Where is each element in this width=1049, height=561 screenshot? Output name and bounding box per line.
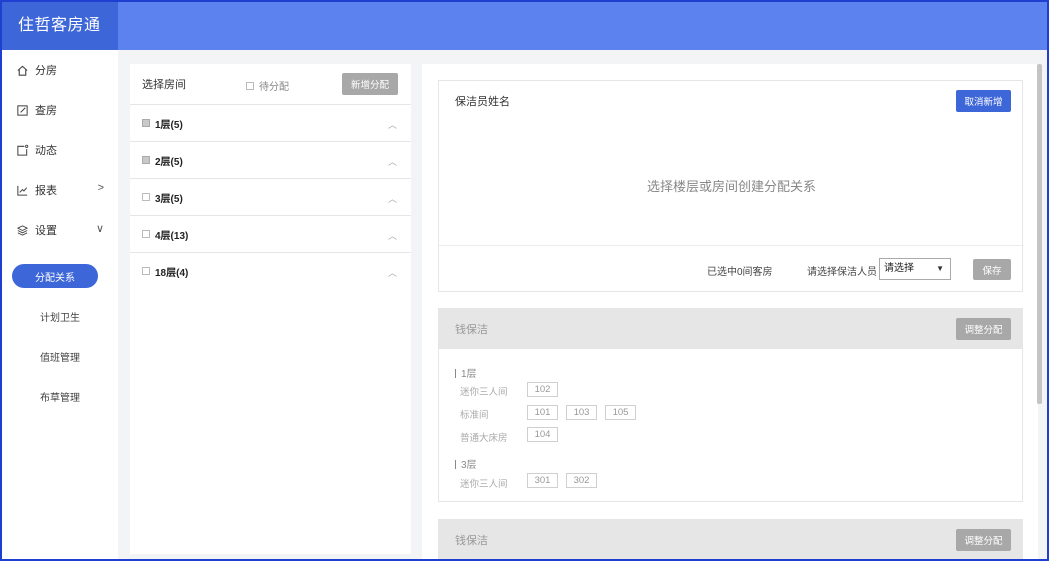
adjust-assignment-button[interactable]: 调整分配 xyxy=(956,529,1011,551)
dropdown-arrow-icon: ▼ xyxy=(936,264,944,273)
notification-icon xyxy=(17,144,29,156)
sidebar-item-label: 查房 xyxy=(35,105,57,117)
chevron-up-icon[interactable]: ︿ xyxy=(388,266,397,279)
room-select-panel: 选择房间 待分配 新增分配 1层(5) ︿ 2层(5) ︿ 3层(5) ︿ 4层… xyxy=(130,64,411,554)
checkbox-icon xyxy=(246,81,254,90)
floor-checkbox[interactable] xyxy=(142,119,150,127)
sidebar-item-check-room[interactable]: 查房 xyxy=(2,90,118,130)
cleaner-select-value: 请选择 xyxy=(884,263,914,274)
pending-filter-label: 待分配 xyxy=(259,82,289,93)
cleaner-select[interactable]: 请选择 ▼ xyxy=(879,258,951,280)
chart-icon xyxy=(17,185,28,196)
vertical-scrollbar[interactable] xyxy=(1037,64,1042,404)
floor-row[interactable]: 4层(13) ︿ xyxy=(130,215,411,252)
sidebar-item-label: 设置 xyxy=(35,225,57,237)
floor-checkbox[interactable] xyxy=(142,193,150,201)
floor-group-title: 3层 xyxy=(455,456,477,471)
app-window: 住哲客房通 分房 查房 动态 报表 > 设置 ∨ 分配关系 计划卫生 值班管理 … xyxy=(0,0,1049,561)
new-assignment-footer: 已选中0间客房 请选择保洁人员 请选择 ▼ 保存 xyxy=(439,245,1024,291)
room-chip: 103 xyxy=(566,405,597,420)
subnav-plan-cleaning[interactable]: 计划卫生 xyxy=(2,304,118,328)
room-chip: 302 xyxy=(566,473,597,488)
floor-label: 3层(5) xyxy=(155,193,183,205)
floor-row[interactable]: 2层(5) ︿ xyxy=(130,141,411,178)
floor-label: 18层(4) xyxy=(155,267,189,279)
room-type-label: 普通大床房 xyxy=(460,433,508,444)
sidebar-item-label: 动态 xyxy=(35,145,57,157)
floor-marker xyxy=(455,369,456,378)
chevron-up-icon[interactable]: ︿ xyxy=(388,118,397,131)
chevron-down-icon: ∨ xyxy=(95,223,104,235)
chevron-right-icon: > xyxy=(97,182,104,194)
floor-row[interactable]: 18层(4) ︿ xyxy=(130,252,411,289)
home-icon xyxy=(17,65,28,76)
floor-marker xyxy=(455,460,456,469)
room-chip: 102 xyxy=(527,382,558,397)
cleaner-name-title: 保洁员姓名 xyxy=(455,96,510,108)
new-assignment-header: 保洁员姓名 取消新增 xyxy=(439,81,1022,121)
cleaner-card-header: 钱保洁 调整分配 xyxy=(439,309,1022,349)
floor-label: 2层(5) xyxy=(155,156,183,168)
new-assignment-card: 保洁员姓名 取消新增 选择楼层或房间创建分配关系 已选中0间客房 请选择保洁人员… xyxy=(438,80,1024,292)
room-panel-title: 选择房间 xyxy=(142,79,186,91)
subnav-duty-management[interactable]: 值班管理 xyxy=(2,344,118,368)
layers-icon xyxy=(16,224,29,236)
room-type-label: 标准间 xyxy=(460,410,489,421)
app-title: 住哲客房通 xyxy=(2,2,118,50)
floor-label: 4层(13) xyxy=(155,230,189,242)
room-chip: 301 xyxy=(527,473,558,488)
cleaner-name: 钱保洁 xyxy=(455,535,488,547)
adjust-assignment-button[interactable]: 调整分配 xyxy=(956,318,1011,340)
sidebar: 分房 查房 动态 报表 > 设置 ∨ 分配关系 计划卫生 值班管理 布草管理 xyxy=(2,50,118,559)
floor-checkbox[interactable] xyxy=(142,156,150,164)
floor-checkbox[interactable] xyxy=(142,230,150,238)
sidebar-item-assign-room[interactable]: 分房 xyxy=(2,50,118,90)
floor-row[interactable]: 3层(5) ︿ xyxy=(130,178,411,215)
cleaner-assignment-card: 钱保洁 调整分配 xyxy=(438,519,1023,559)
chevron-up-icon[interactable]: ︿ xyxy=(388,192,397,205)
selected-count-text: 已选中0间客房 xyxy=(707,267,773,278)
room-panel-header: 选择房间 待分配 新增分配 xyxy=(130,64,411,104)
room-chip: 104 xyxy=(527,427,558,442)
subnav-linen-management[interactable]: 布草管理 xyxy=(2,384,118,408)
top-header: 住哲客房通 xyxy=(2,2,1047,50)
floor-row[interactable]: 1层(5) ︿ xyxy=(130,104,411,141)
sidebar-item-settings[interactable]: 设置 ∨ xyxy=(2,210,118,250)
room-chip: 101 xyxy=(527,405,558,420)
add-assignment-button[interactable]: 新增分配 xyxy=(342,73,398,95)
chevron-up-icon[interactable]: ︿ xyxy=(388,229,397,242)
cancel-add-button[interactable]: 取消新增 xyxy=(956,90,1011,112)
floor-label: 1层(5) xyxy=(155,119,183,131)
pending-filter-checkbox[interactable]: 待分配 xyxy=(246,78,289,93)
room-type-label: 迷你三人间 xyxy=(460,479,508,490)
cleaner-assignment-card: 钱保洁 调整分配 1层 迷你三人间 102 标准间 101 103 105 普通… xyxy=(438,308,1023,502)
cleaner-card-header: 钱保洁 调整分配 xyxy=(439,520,1022,559)
floor-group-title: 1层 xyxy=(455,365,477,380)
empty-hint-text: 选择楼层或房间创建分配关系 xyxy=(646,179,816,194)
chevron-up-icon[interactable]: ︿ xyxy=(388,155,397,168)
edit-icon xyxy=(17,104,28,116)
save-button[interactable]: 保存 xyxy=(973,259,1011,280)
sidebar-item-reports[interactable]: 报表 > xyxy=(2,170,118,210)
sidebar-item-label: 分房 xyxy=(35,65,57,77)
cleaner-name: 钱保洁 xyxy=(455,324,488,336)
sidebar-item-activity[interactable]: 动态 xyxy=(2,130,118,170)
floor-checkbox[interactable] xyxy=(142,267,150,275)
room-chip: 105 xyxy=(605,405,636,420)
room-type-label: 迷你三人间 xyxy=(460,387,508,398)
sidebar-item-label: 报表 xyxy=(35,185,57,197)
cleaner-select-label: 请选择保洁人员 xyxy=(807,267,877,278)
subnav-assign-relation[interactable]: 分配关系 xyxy=(12,264,98,288)
